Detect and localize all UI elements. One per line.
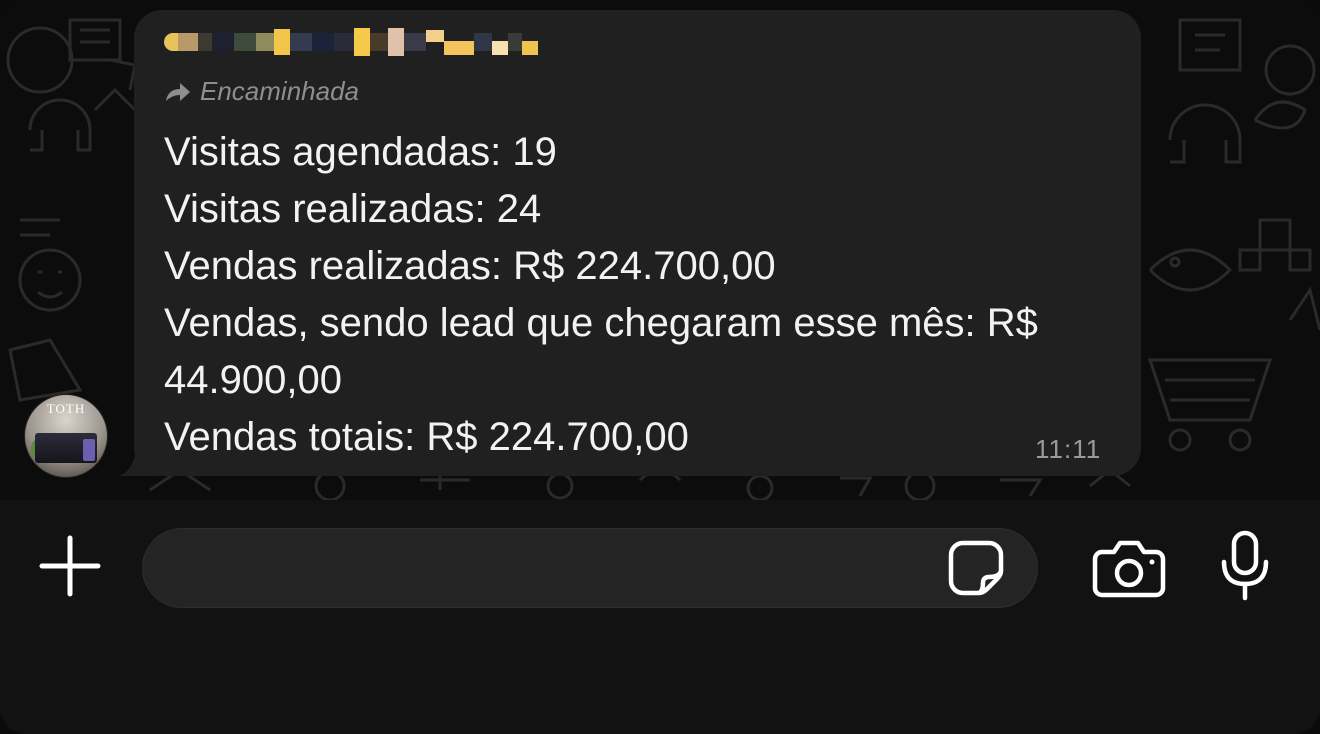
chat-screen: TOTH Encaminhada Visitas agendadas: 19 V… — [0, 0, 1320, 734]
message-line: Vendas, sendo lead que chegaram esse mês… — [164, 301, 1038, 345]
message-line: Visitas agendadas: 19 — [164, 130, 557, 174]
forwarded-indicator: Encaminhada — [150, 78, 450, 112]
avatar-brand-text: TOTH — [46, 401, 86, 416]
microphone-icon — [1221, 530, 1269, 601]
camera-icon — [1092, 540, 1166, 598]
sender-avatar[interactable]: TOTH — [24, 394, 108, 478]
message-text: Visitas agendadas: 19 Visitas realizadas… — [164, 124, 1124, 466]
message-line: Vendas realizadas: R$ 224.700,00 — [164, 244, 776, 288]
message-line: Vendas totais: R$ 224.700,00 — [164, 415, 689, 459]
voice-message-button[interactable] — [1212, 528, 1278, 604]
message-input-field[interactable] — [142, 528, 1038, 608]
chat-area: TOTH Encaminhada Visitas agendadas: 19 V… — [0, 0, 1320, 500]
attach-button[interactable] — [36, 532, 104, 600]
forwarded-label: Encaminhada — [200, 78, 359, 106]
camera-button[interactable] — [1090, 536, 1168, 600]
avatar-phone-shape — [83, 439, 95, 461]
message-input[interactable] — [173, 529, 943, 607]
forward-arrow-icon — [166, 82, 190, 101]
message-line: Visitas realizadas: 24 — [164, 187, 542, 231]
sticker-icon — [948, 540, 1004, 596]
plus-icon — [39, 535, 101, 597]
message-line: 44.900,00 — [164, 358, 342, 402]
sticker-button[interactable] — [944, 538, 1008, 598]
sender-name-redacted — [164, 24, 644, 60]
message-timestamp: 11:11 — [1035, 434, 1102, 464]
